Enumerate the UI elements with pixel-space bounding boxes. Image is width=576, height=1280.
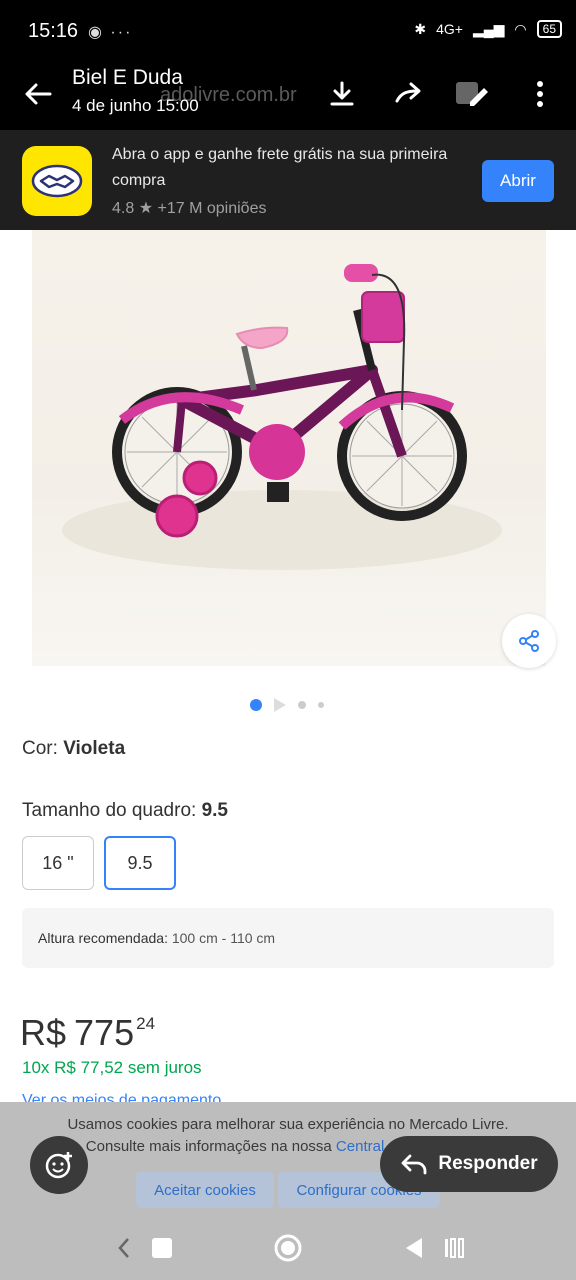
carousel-dot-4[interactable] xyxy=(318,702,324,708)
back-arrow-icon[interactable] xyxy=(20,76,56,112)
price-integer: 775 xyxy=(74,1012,135,1053)
chat-title: Biel E Duda xyxy=(72,66,183,89)
color-selection: Cor: Violeta xyxy=(22,738,125,760)
status-right-icons: ✱ 4G+ ▂▄▆ ◠ 65 xyxy=(414,20,562,38)
rating-value: 4.8 xyxy=(112,200,135,217)
reply-arrow-icon xyxy=(401,1154,427,1175)
signal-icon: ▂▄▆ xyxy=(472,20,505,37)
system-navigation-bar xyxy=(0,1214,576,1280)
viewer-toolbar: adolivre.com.br Biel E Duda 4 de junho 1… xyxy=(0,62,576,130)
share-button[interactable] xyxy=(502,614,556,668)
review-count: +17 M opiniões xyxy=(157,200,267,217)
share-icon xyxy=(519,630,539,652)
product-image[interactable] xyxy=(32,230,546,666)
size-option-9-5[interactable]: 9.5 xyxy=(104,836,176,890)
carousel-indicator xyxy=(250,698,324,712)
status-time: 15:16 xyxy=(28,20,79,42)
forward-icon[interactable] xyxy=(392,76,428,112)
color-value: Violeta xyxy=(63,738,126,759)
wifi-icon: ◠ xyxy=(514,20,527,37)
recommended-height: Altura recomendada: 100 cm - 110 cm xyxy=(22,908,554,968)
app-rating: 4.8 ★ +17 M opiniões xyxy=(112,198,266,218)
reply-button[interactable]: Responder xyxy=(380,1136,558,1192)
size-label: Tamanho do quadro: xyxy=(22,800,202,821)
product-price: R$ 775 24 xyxy=(20,1012,155,1054)
home-icon[interactable] xyxy=(270,1230,306,1266)
edit-icon[interactable] xyxy=(454,76,490,112)
emoji-reaction-button[interactable] xyxy=(30,1136,88,1194)
height-label: Altura recomendada: xyxy=(38,930,172,946)
play-icon[interactable] xyxy=(274,698,286,712)
back-icon[interactable] xyxy=(396,1230,432,1266)
installments-text: 10x R$ 77,52 sem juros xyxy=(22,1058,202,1077)
carousel-dot-3[interactable] xyxy=(298,701,306,709)
download-icon[interactable] xyxy=(324,76,360,112)
reply-label: Responder xyxy=(438,1153,538,1174)
star-icon: ★ xyxy=(138,200,154,217)
emoji-add-icon xyxy=(45,1152,72,1179)
size-value: 9.5 xyxy=(201,800,228,821)
size-selection: Tamanho do quadro: 9.5 xyxy=(22,800,228,822)
status-bar: 15:16 ◉ ··· ✱ 4G+ ▂▄▆ ◠ 65 xyxy=(0,0,576,62)
price-currency: R$ xyxy=(20,1012,67,1053)
message-date: 4 de junho 15:00 xyxy=(72,96,199,115)
banner-text: Abra o app e ganhe frete grátis na sua p… xyxy=(112,146,448,189)
chevron-left-icon[interactable] xyxy=(106,1230,142,1266)
bluetooth-icon: ✱ xyxy=(414,20,427,37)
color-label: Cor: xyxy=(22,738,64,759)
price-cents: 24 xyxy=(136,1014,156,1033)
mercado-livre-logo xyxy=(22,146,92,216)
carousel-dot-1[interactable] xyxy=(250,699,262,711)
app-install-banner: Abra o app e ganhe frete grátis na sua p… xyxy=(0,130,576,230)
accept-cookies-button[interactable]: Aceitar cookies xyxy=(136,1172,274,1208)
size-option-16[interactable]: 16 " xyxy=(22,836,94,890)
open-app-button[interactable]: Abrir xyxy=(482,160,554,202)
cookie-line-1: Usamos cookies para melhorar sua experiê… xyxy=(67,1116,509,1133)
cookie-line-2-prefix: Consulte mais informações na nossa xyxy=(85,1138,336,1155)
network-label: 4G+ xyxy=(436,21,463,37)
recents-icon[interactable] xyxy=(144,1230,180,1266)
height-value: 100 cm - 110 cm xyxy=(171,930,276,946)
more-vertical-icon[interactable] xyxy=(522,76,558,112)
battery-icon: 65 xyxy=(536,20,562,38)
notification-icons: ◉ ··· xyxy=(88,24,133,41)
app-switcher-icon[interactable] xyxy=(436,1230,472,1266)
